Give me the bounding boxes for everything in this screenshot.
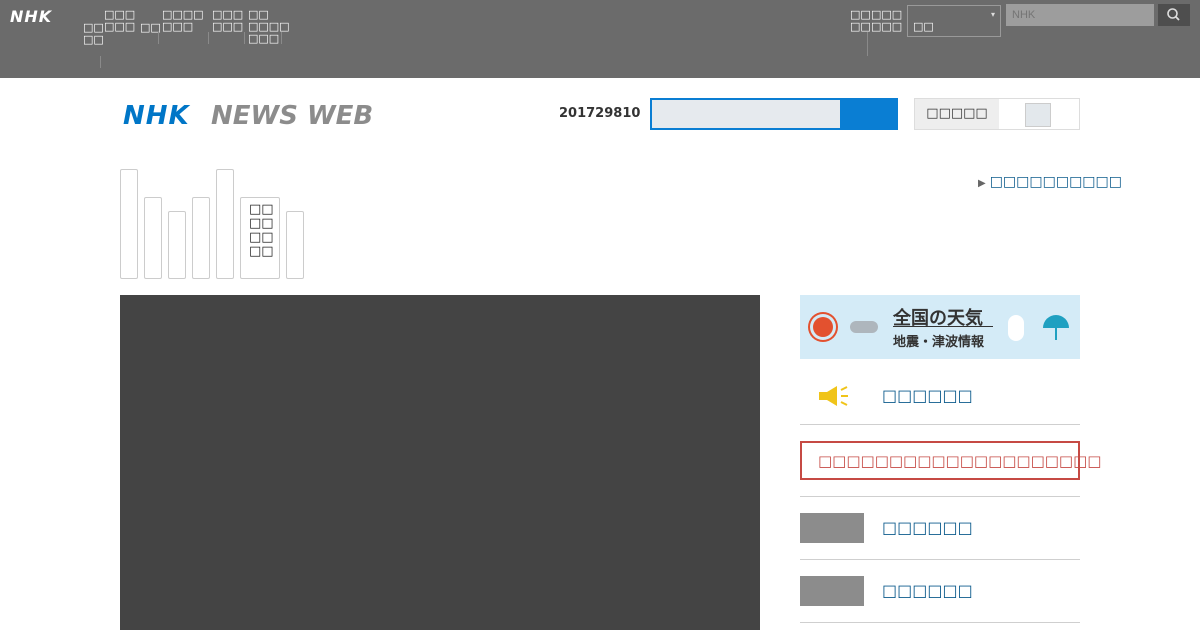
global-nav-label: □□ □□ [850,8,871,33]
right-link-item-1[interactable]: □□□□□□ [882,518,973,537]
snowman-icon [1008,315,1024,341]
divider [800,424,1080,425]
logo-nhk-text: NHK [123,101,190,131]
divider [800,496,1080,497]
global-nav-item-6[interactable]: □□ □□□□ □□□ [248,9,290,45]
global-nav-label: □□□ □□□ [871,8,903,33]
global-nav-item-1[interactable]: □□ □□ [83,22,104,46]
text-size-control[interactable]: □□□□□ [914,98,1080,130]
umbrella-handle [1055,328,1057,340]
divider [244,32,245,44]
special-feature-link[interactable]: ▶ □□□□□□□□□□ [978,174,1122,190]
global-nav-right-2[interactable]: □□□ □□□ [871,9,902,33]
divider [208,32,209,44]
global-search-input[interactable] [1006,4,1154,26]
global-nav-label: □□ □□□□ □□□ [248,8,290,45]
global-nav-label: □□ □□ [83,21,104,46]
divider [800,622,1080,623]
weather-banner[interactable]: 全国の天気 地震・津波情報 [800,295,1080,359]
right-link-item-2[interactable]: □□□□□□ [882,581,973,600]
divider [281,32,282,44]
category-tab-6[interactable]: □□ □□ □□ □□ [240,197,280,279]
divider [100,56,101,68]
text-size-toggle[interactable] [1025,103,1051,127]
triangle-right-icon: ▶ [978,178,986,189]
divider [867,32,868,56]
search-icon [1167,8,1180,21]
category-tab-7[interactable] [286,211,304,279]
news-search-button[interactable] [842,98,898,130]
category-tab-5[interactable] [216,169,234,279]
cloud-icon [850,321,878,333]
global-nav-right-1[interactable]: □□ □□ [850,9,871,33]
news-search-input[interactable] [650,98,842,130]
category-tab-4[interactable] [192,197,210,279]
news-alert-link[interactable]: □□□□□□ [882,386,973,405]
global-nav-label: □□□ □□□ [104,8,136,33]
category-tab-3[interactable] [168,211,186,279]
date-display: 201729810 [559,106,641,121]
divider [800,559,1080,560]
text-size-label: □□□□□ [915,99,999,129]
logo-newsweb-text: NEWS WEB [211,101,374,131]
weather-subtitle: 地震・津波情報 [893,335,985,350]
umbrella-icon [1043,315,1069,328]
megaphone-icon [819,386,848,406]
category-tab-2[interactable] [144,197,162,279]
thumbnail-image [800,513,864,543]
important-notice-link[interactable]: □□□□□□□□□□□□□□□□□□□□ [800,441,1101,480]
thumbnail-image [800,576,864,606]
global-nav-label: □□□ □□□ [212,8,244,33]
global-nav-item-5[interactable]: □□□ □□□ [212,9,243,33]
divider [158,32,159,44]
global-nav-item-2[interactable]: □□□ □□□ [104,9,135,33]
chevron-down-icon: ▾ [990,10,995,19]
tab-label: □□ □□ □□ □□ [249,202,274,259]
sun-icon [813,317,833,337]
special-link-label: □□□□□□□□□□ [989,174,1122,190]
divider [893,326,993,327]
global-nav-item-4[interactable]: □□□□ □□□ [162,9,204,33]
global-header-bar: NHK □□ □□ □□□ □□□ □□ □□□□ □□□ □□□ □□□ □□… [0,0,1200,78]
global-search-button[interactable] [1158,4,1190,26]
main-video-player[interactable] [120,295,760,630]
region-select-value: □□ [913,20,934,33]
category-tab-1[interactable] [120,169,138,279]
global-nav-label: □□□□ □□□ [162,8,204,33]
notice-label: □□□□□□□□□□□□□□□□□□□□ [818,452,1102,470]
region-select[interactable]: □□ ▾ [907,5,1001,37]
nhk-global-logo[interactable]: NHK [10,7,52,26]
